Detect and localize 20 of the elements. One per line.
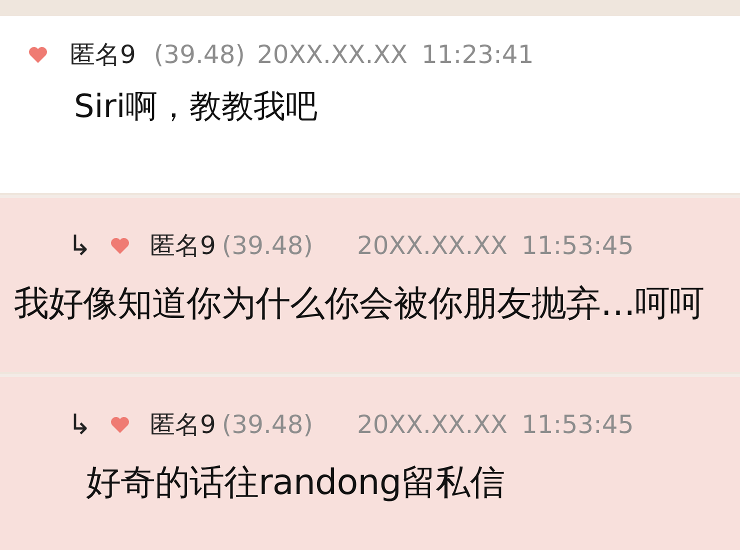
time: 11:53:45 bbox=[521, 230, 634, 262]
score: (39.48) bbox=[222, 230, 313, 262]
time: 11:23:41 bbox=[421, 39, 534, 72]
author-name: 匿名9 bbox=[150, 409, 216, 442]
reply-arrow: ↳ bbox=[68, 407, 92, 443]
heart-icon bbox=[28, 46, 48, 64]
date: 20XX.XX.XX bbox=[356, 409, 508, 442]
date: 20XX.XX.XX bbox=[356, 230, 508, 262]
author-name: 匿名9 bbox=[70, 39, 136, 72]
heart-icon bbox=[110, 237, 130, 255]
score: (39.48) bbox=[154, 39, 245, 72]
date: 20XX.XX.XX bbox=[256, 39, 408, 72]
comment-text: Siri啊，教教我吧 bbox=[74, 87, 318, 125]
heart-icon bbox=[110, 416, 130, 434]
comment-text: 我好像知道你为什么你会被你朋友抛弃…呵呵 bbox=[14, 284, 704, 324]
time: 11:53:45 bbox=[521, 409, 634, 442]
author-name: 匿名9 bbox=[150, 230, 216, 262]
reply-arrow: ↳ bbox=[68, 228, 92, 264]
comment-text: 好奇的话往randong留私信 bbox=[86, 463, 505, 503]
score: (39.48) bbox=[222, 409, 313, 442]
